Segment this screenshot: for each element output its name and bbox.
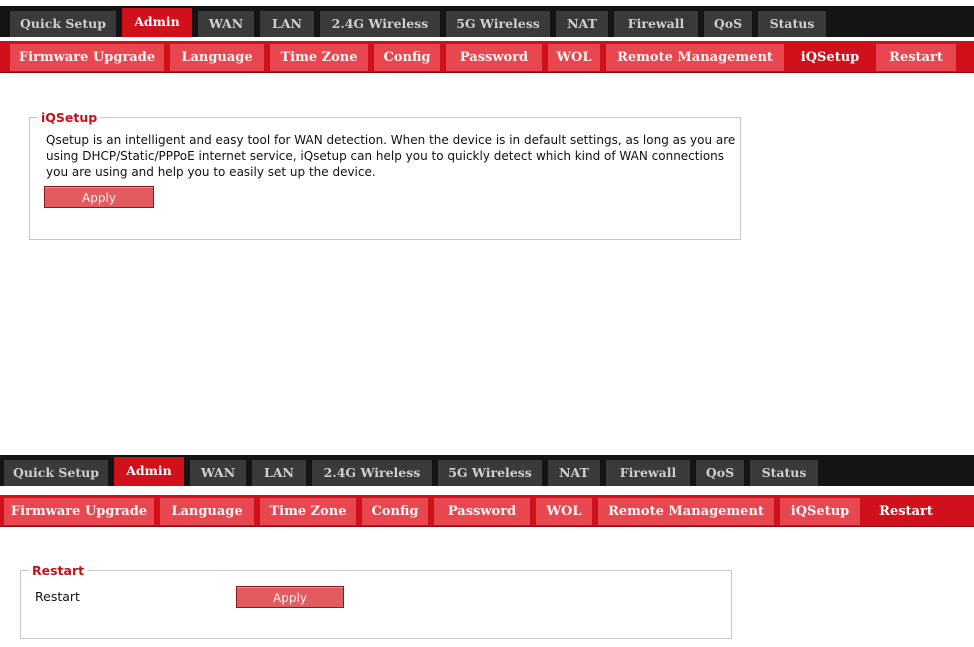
admin-sub-nav: Firmware Upgrade Language Time Zone Conf… — [0, 495, 974, 527]
screenshot-iqsetup: Quick Setup Admin WAN LAN 2.4G Wireless … — [0, 0, 974, 300]
restart-panel-title: Restart — [32, 563, 85, 578]
subtab-wol[interactable]: WOL — [536, 498, 592, 525]
restart-apply-button[interactable]: Apply — [236, 586, 344, 608]
tab-5g-wireless[interactable]: 5G Wireless — [446, 11, 550, 37]
subtab-firmware-upgrade[interactable]: Firmware Upgrade — [10, 44, 164, 71]
tab-wan[interactable]: WAN — [190, 460, 246, 486]
tab-status[interactable]: Status — [758, 11, 826, 37]
tab-quick-setup[interactable]: Quick Setup — [4, 460, 108, 486]
subtab-remote-management[interactable]: Remote Management — [606, 44, 784, 71]
tab-qos[interactable]: QoS — [696, 460, 744, 486]
tab-2g-wireless[interactable]: 2.4G Wireless — [312, 460, 432, 486]
subtab-time-zone[interactable]: Time Zone — [260, 498, 356, 525]
description-line: you are using and help you to easily set… — [46, 165, 376, 179]
description-line: using DHCP/Static/PPPoE internet service… — [46, 149, 725, 163]
subtab-password[interactable]: Password — [434, 498, 530, 525]
tab-nat[interactable]: NAT — [556, 11, 608, 37]
tab-lan[interactable]: LAN — [252, 460, 306, 486]
tab-5g-wireless[interactable]: 5G Wireless — [438, 460, 542, 486]
tab-admin[interactable]: Admin — [122, 8, 192, 37]
subtab-iqsetup[interactable]: iQSetup — [780, 498, 860, 525]
top-nav: Quick Setup Admin WAN LAN 2.4G Wireless … — [0, 455, 974, 486]
subtab-language[interactable]: Language — [170, 44, 264, 71]
tab-qos[interactable]: QoS — [704, 11, 752, 37]
subtab-restart[interactable]: Restart — [866, 498, 946, 525]
subtab-language[interactable]: Language — [160, 498, 254, 525]
subtab-time-zone[interactable]: Time Zone — [270, 44, 368, 71]
top-nav: Quick Setup Admin WAN LAN 2.4G Wireless … — [0, 6, 974, 37]
subtab-config[interactable]: Config — [362, 498, 428, 525]
subtab-iqsetup[interactable]: iQSetup — [790, 44, 870, 71]
tab-firewall[interactable]: Firewall — [614, 11, 698, 37]
restart-panel: Restart — [20, 563, 732, 639]
tab-wan[interactable]: WAN — [198, 11, 254, 37]
tab-status[interactable]: Status — [750, 460, 818, 486]
tab-2g-wireless[interactable]: 2.4G Wireless — [320, 11, 440, 37]
tab-nat[interactable]: NAT — [548, 460, 600, 486]
tab-lan[interactable]: LAN — [260, 11, 314, 37]
subtab-wol[interactable]: WOL — [548, 44, 600, 71]
subtab-firmware-upgrade[interactable]: Firmware Upgrade — [4, 498, 154, 525]
tab-firewall[interactable]: Firewall — [606, 460, 690, 486]
screenshot-restart: Quick Setup Admin WAN LAN 2.4G Wireless … — [0, 300, 974, 647]
admin-sub-nav: Firmware Upgrade Language Time Zone Conf… — [0, 41, 974, 73]
iqsetup-panel-title: iQSetup — [41, 110, 98, 125]
subtab-remote-management[interactable]: Remote Management — [598, 498, 774, 525]
iqsetup-apply-button[interactable]: Apply — [44, 186, 154, 208]
tab-quick-setup[interactable]: Quick Setup — [10, 11, 116, 37]
iqsetup-description: Qsetup is an intelligent and easy tool f… — [46, 132, 736, 180]
restart-field-label: Restart — [35, 589, 80, 604]
subtab-config[interactable]: Config — [374, 44, 440, 71]
description-line: Qsetup is an intelligent and easy tool f… — [46, 133, 736, 147]
subtab-restart[interactable]: Restart — [876, 44, 956, 71]
tab-admin[interactable]: Admin — [114, 457, 184, 486]
subtab-password[interactable]: Password — [446, 44, 542, 71]
